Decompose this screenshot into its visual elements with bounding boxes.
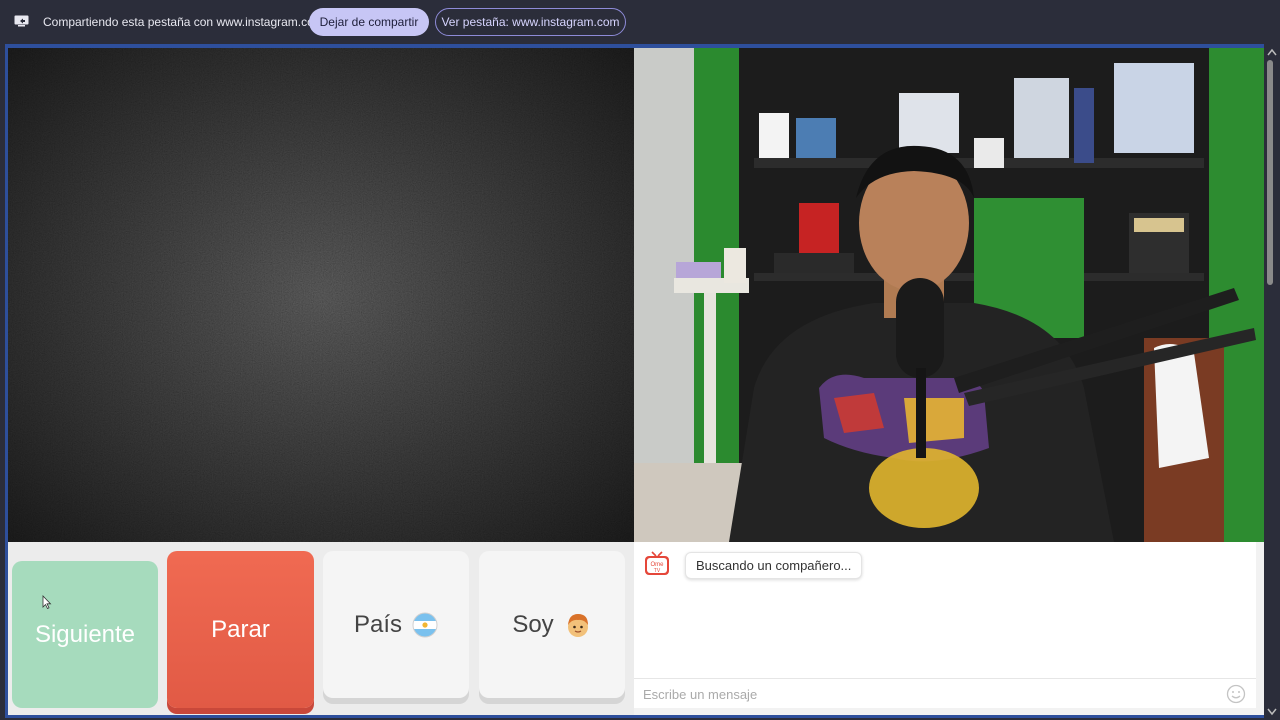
message-input-bar [634,678,1256,708]
view-tab-button[interactable]: Ver pestaña: www.instagram.com [435,8,626,36]
stop-button[interactable]: Parar [167,551,314,708]
boy-emoji-icon [567,613,588,637]
scroll-down-arrow-icon[interactable] [1267,708,1277,716]
stop-button-label: Parar [211,615,270,643]
ome-tv-logo: Ome TV [645,551,669,575]
mouse-cursor-icon [42,595,52,609]
stop-sharing-button[interactable]: Dejar de compartir [309,8,429,36]
partner-video-placeholder [8,48,634,542]
chat-controls: Siguiente Parar País Soy [8,542,634,715]
country-button[interactable]: País [323,551,469,698]
tab-sharing-bar: Compartiendo esta pestaña con www.instag… [0,0,1280,44]
smiley-icon[interactable] [1226,684,1246,704]
gender-button-label: Soy [512,610,554,638]
svg-text:TV: TV [654,568,661,574]
scroll-up-arrow-icon[interactable] [1267,48,1277,56]
message-input[interactable] [643,686,1203,702]
sharing-status-text: Compartiendo esta pestaña con www.instag… [43,15,324,29]
next-button-label: Siguiente [34,620,136,648]
status-message: Buscando un compañero... [685,552,863,579]
self-webcam-video [634,48,1264,542]
screen-share-icon [14,15,29,27]
argentina-flag-icon [412,612,438,637]
next-button[interactable]: Siguiente [12,561,158,708]
gender-button[interactable]: Soy [479,551,625,698]
scrollbar-thumb[interactable] [1267,60,1273,285]
country-button-label: País [353,610,403,638]
